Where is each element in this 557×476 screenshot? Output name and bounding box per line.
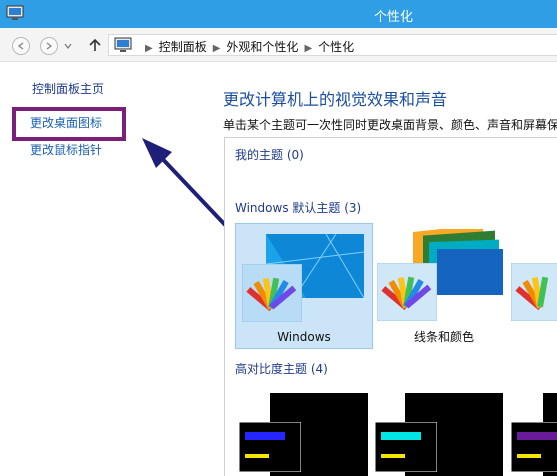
recent-locations-dropdown-icon[interactable]	[64, 42, 72, 50]
group-label-default-themes: Windows 默认主题 (3)	[235, 201, 362, 215]
theme-tile-windows[interactable]: Windows	[235, 223, 373, 349]
breadcrumb-item[interactable]: 个性化	[318, 40, 354, 54]
breadcrumb-separator-icon: ▶	[304, 43, 313, 54]
page-description: 单击某个主题可一次性同时更改桌面背景、颜色、声音和屏幕保护	[223, 118, 557, 132]
color-palette-icon	[242, 264, 302, 322]
sidebar-item-change-mouse-pointers[interactable]: 更改鼠标指针	[30, 141, 102, 158]
back-button[interactable]	[12, 37, 30, 55]
breadcrumb-item[interactable]: 控制面板	[159, 40, 207, 54]
group-label-my-themes: 我的主题 (0)	[235, 148, 304, 162]
theme-list: 我的主题 (0) Windows 默认主题 (3) Windows 线条和颜色 …	[224, 137, 557, 476]
breadcrumb-path: ▶ 控制面板 ▶ 外观和个性化 ▶ 个性化	[139, 38, 354, 55]
address-bar: ▶ 控制面板 ▶ 外观和个性化 ▶ 个性化	[0, 28, 557, 62]
breadcrumb-separator-icon: ▶	[145, 43, 153, 54]
high-contrast-preview	[239, 422, 301, 472]
color-palette-icon	[511, 263, 557, 321]
theme-name: 线条和颜色	[413, 330, 474, 344]
breadcrumb[interactable]: ▶ 控制面板 ▶ 外观和个性化 ▶ 个性化	[108, 34, 557, 56]
back-arrow-icon	[17, 42, 24, 50]
up-arrow-icon[interactable]	[88, 37, 102, 53]
high-contrast-preview	[375, 422, 437, 472]
breadcrumb-item[interactable]: 外观和个性化	[226, 40, 298, 54]
theme-tile-lines-and-colors[interactable]: 线条和颜色	[375, 223, 513, 349]
window-title: 个性化	[373, 10, 413, 25]
breadcrumb-separator-icon: ▶	[212, 43, 221, 54]
control-panel-icon	[114, 37, 132, 52]
highlight-box	[12, 107, 126, 141]
forward-button[interactable]	[40, 37, 58, 55]
forward-arrow-icon	[46, 42, 53, 50]
high-contrast-preview	[511, 422, 557, 472]
sidebar-item-home[interactable]: 控制面板主页	[32, 80, 104, 97]
theme-tile-flowers[interactable]	[511, 223, 557, 349]
title-bar: 个性化	[0, 0, 557, 28]
theme-name: Windows	[277, 330, 331, 344]
color-palette-icon	[377, 263, 437, 321]
page-title: 更改计算机上的视觉效果和声音	[223, 90, 448, 109]
group-label-high-contrast-themes: 高对比度主题 (4)	[235, 362, 328, 376]
